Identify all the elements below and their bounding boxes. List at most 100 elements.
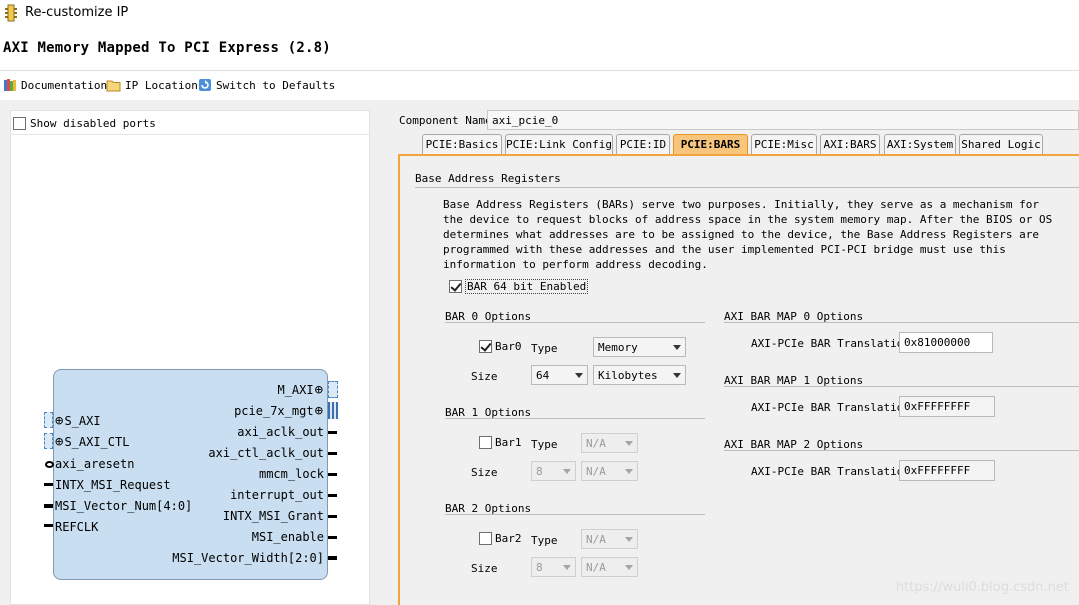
msi-enable-pin[interactable] (328, 536, 337, 539)
msi-vector-width-pin[interactable] (328, 556, 337, 560)
chevron-down-icon (563, 564, 571, 570)
bar64-label: BAR 64 bit Enabled (464, 279, 589, 294)
port-s-axi[interactable]: ⊕ S_AXI (55, 414, 101, 428)
left-panel-divider (10, 134, 370, 135)
plus-icon: ⊕ (55, 413, 64, 429)
bar1-toggle[interactable]: Bar1 (479, 436, 522, 449)
component-name-label: Component Name (399, 114, 492, 127)
bar2-checkbox[interactable] (479, 532, 492, 545)
port-msi-vector-num[interactable]: MSI_Vector_Num[4:0] (55, 499, 192, 513)
bar2-size-select[interactable]: 8 (531, 557, 576, 577)
refresh-icon (199, 79, 211, 91)
interrupt-out-pin[interactable] (328, 494, 337, 497)
vivado-ip-icon (5, 4, 17, 22)
bar2-type-select[interactable]: N/A (581, 529, 638, 549)
show-disabled-ports-toggle[interactable]: Show disabled ports (13, 114, 156, 132)
bar2-type-label: Type (531, 534, 558, 547)
bar0-toggle[interactable]: Bar0 (479, 340, 522, 353)
chevron-down-icon (563, 468, 571, 474)
axi-aresetn-pin[interactable] (45, 461, 54, 468)
tab-pcie-id[interactable]: PCIE:ID (616, 134, 670, 154)
ip-location-label: IP Location (125, 78, 198, 92)
port-interrupt-out[interactable]: interrupt_out (230, 488, 324, 502)
map1-translation-input[interactable]: 0xFFFFFFFF (899, 396, 995, 417)
intx-msi-request-pin[interactable] (44, 483, 53, 486)
chevron-down-icon (575, 372, 583, 378)
s-axi-ctl-bus-pin[interactable] (44, 433, 53, 449)
bar1-checkbox[interactable] (479, 436, 492, 449)
port-mmcm-lock[interactable]: mmcm_lock (259, 467, 324, 481)
port-msi-vector-width[interactable]: MSI_Vector_Width[2:0] (172, 551, 324, 565)
bar0-type-value: Memory (598, 340, 638, 354)
switch-defaults-label: Switch to Defaults (216, 78, 336, 92)
s-axi-bus-pin[interactable] (44, 412, 53, 428)
bar1-unit-value: N/A (586, 464, 606, 478)
show-disabled-ports-checkbox[interactable] (13, 116, 26, 130)
section-divider (415, 187, 1079, 188)
map0-translation-input[interactable]: 0x81000000 (899, 332, 993, 353)
port-intx-msi-request[interactable]: INTX_MSI_Request (55, 478, 171, 492)
bar2-type-value: N/A (586, 532, 606, 546)
books-icon (4, 79, 16, 91)
chevron-down-icon (673, 344, 681, 350)
bar1-type-select[interactable]: N/A (581, 433, 638, 453)
port-intx-msi-grant[interactable]: INTX_MSI_Grant (223, 509, 324, 523)
bar0-type-select[interactable]: Memory (593, 337, 686, 357)
tab-pcie-misc[interactable]: PCIE:Misc (751, 134, 817, 154)
map2-translation-input[interactable]: 0xFFFFFFFF (899, 460, 995, 481)
chevron-down-icon (625, 440, 633, 446)
map1-translation-label: AXI-PCIe BAR Translation (751, 401, 910, 414)
tab-pcie-link-config[interactable]: PCIE:Link Config (505, 134, 613, 154)
bar0-size-value: 64 (536, 368, 550, 382)
port-axi-aclk-out[interactable]: axi_aclk_out (237, 425, 324, 439)
bar1-size-select[interactable]: 8 (531, 461, 576, 481)
plus-icon: ⊕ (314, 382, 323, 398)
msi-vector-num-pin[interactable] (44, 504, 53, 508)
tab-axi-system[interactable]: AXI:System (884, 134, 956, 154)
switch-defaults-button[interactable]: Switch to Defaults (198, 76, 335, 94)
mmcm-lock-pin[interactable] (328, 473, 337, 476)
bar0-unit-select[interactable]: Kilobytes (593, 365, 686, 385)
bar64-checkbox[interactable] (449, 280, 462, 293)
ip-location-button[interactable]: IP Location (106, 76, 198, 94)
map2-translation-label: AXI-PCIe BAR Translation (751, 465, 910, 478)
refclk-pin[interactable] (44, 524, 53, 527)
bar2-toggle[interactable]: Bar2 (479, 532, 522, 545)
port-axi-ctl-aclk-out[interactable]: axi_ctl_aclk_out (208, 446, 324, 460)
bar2-unit-select[interactable]: N/A (581, 557, 638, 577)
port-pcie-7x-mgt[interactable]: pcie_7x_mgt ⊕ (234, 404, 323, 418)
port-axi-aresetn[interactable]: axi_aresetn (55, 457, 134, 471)
bar0-checkbox[interactable] (479, 340, 492, 353)
port-label: S_AXI_CTL (64, 435, 130, 449)
port-s-axi-ctl[interactable]: ⊕ S_AXI_CTL (55, 435, 129, 449)
chevron-down-icon (673, 372, 681, 378)
m-axi-bus-pin[interactable] (328, 381, 338, 398)
tab-shared-logic[interactable]: Shared Logic (959, 134, 1043, 154)
port-refclk[interactable]: REFCLK (55, 520, 98, 534)
axi-aclk-out-pin[interactable] (328, 431, 337, 434)
port-label: S_AXI (64, 414, 101, 428)
port-m-axi[interactable]: M_AXI ⊕ (277, 383, 323, 397)
ip-heading: AXI Memory Mapped To PCI Express (2.8) (3, 40, 331, 56)
bar1-unit-select[interactable]: N/A (581, 461, 638, 481)
pcie-7x-mgt-bus-pin[interactable] (328, 402, 338, 419)
intx-msi-grant-pin[interactable] (328, 515, 337, 518)
port-label: pcie_7x_mgt (234, 404, 314, 418)
map0-translation-label: AXI-PCIe BAR Translation (751, 337, 910, 350)
folder-icon (106, 80, 121, 91)
bar2-label: Bar2 (495, 532, 522, 545)
chevron-down-icon (625, 564, 633, 570)
port-msi-enable[interactable]: MSI_enable (252, 530, 324, 544)
component-name-input[interactable]: axi_pcie_0 (487, 110, 1079, 130)
tab-pcie-basics[interactable]: PCIE:Basics (422, 134, 502, 154)
port-label: M_AXI (277, 383, 314, 397)
bar64-toggle[interactable]: BAR 64 bit Enabled (449, 279, 589, 294)
documentation-button[interactable]: Documentation (3, 76, 107, 94)
documentation-label: Documentation (21, 78, 108, 92)
tab-pcie-bars[interactable]: PCIE:BARS (673, 134, 748, 154)
bar1-type-label: Type (531, 438, 558, 451)
tab-axi-bars[interactable]: AXI:BARS (820, 134, 880, 154)
axi-ctl-aclk-out-pin[interactable] (328, 452, 337, 455)
bar0-size-select[interactable]: 64 (531, 365, 588, 385)
bar-section-title: Base Address Registers (415, 172, 561, 185)
